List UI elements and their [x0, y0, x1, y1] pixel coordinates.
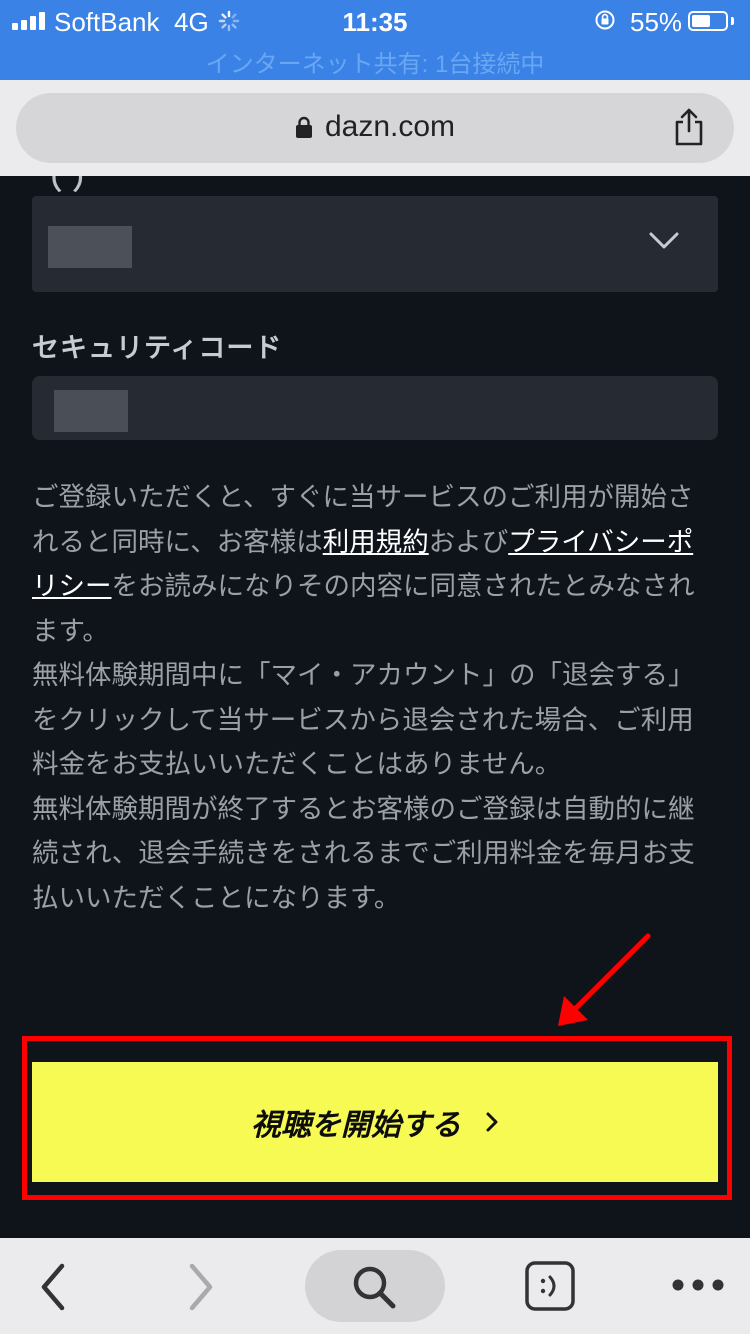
more-options-icon[interactable] — [670, 1276, 726, 1294]
battery-cap — [731, 17, 734, 25]
lock-icon — [295, 112, 313, 138]
masked-value — [54, 390, 128, 432]
battery-icon — [688, 11, 728, 31]
browser-toolbar — [0, 1238, 750, 1334]
masked-value — [48, 226, 132, 268]
status-bar: SoftBank 4G 11:35 55% インターネット共有: 1台接続中 — [0, 0, 750, 80]
page-content: （ ） セキュリティコード ご登録いただくと、すぐに当サービスのご利用が開始され… — [0, 176, 750, 1238]
search-icon — [353, 1266, 396, 1309]
forward-icon[interactable] — [184, 1262, 218, 1312]
start-watching-button[interactable]: 視聴を開始する — [32, 1062, 718, 1182]
rotation-lock-icon — [595, 10, 615, 30]
url-text: dazn.com — [324, 110, 456, 143]
chevron-right-icon — [486, 1112, 498, 1132]
legal-paragraph-1: ご登録いただくと、すぐに当サービスのご利用が開始されると同時に、お客様は利用規約… — [32, 482, 695, 647]
security-code-label: セキュリティコード — [32, 333, 283, 364]
back-icon[interactable] — [36, 1262, 70, 1312]
battery-percent: 55% — [630, 7, 683, 37]
browser-url-area: dazn.com — [0, 80, 750, 176]
legal-text: ご登録いただくと、すぐに当サービスのご利用が開始されると同時に、お客様は利用規約… — [32, 476, 718, 921]
terms-link[interactable]: 利用規約 — [323, 527, 429, 558]
reader-mode-icon[interactable] — [524, 1260, 576, 1312]
battery-fill — [692, 15, 710, 27]
security-code-input[interactable] — [32, 376, 718, 440]
search-button[interactable] — [305, 1250, 445, 1322]
cut-off-label: （ ） — [32, 176, 103, 197]
legal-paragraph-2: 無料体験期間中に「マイ・アカウント」の「退会する」をクリックして当サービスから退… — [32, 660, 695, 780]
hotspot-banner[interactable]: インターネット共有: 1台接続中 — [0, 44, 750, 79]
chevron-down-icon — [649, 232, 679, 249]
start-watching-label: 視聴を開始する — [251, 1108, 461, 1143]
share-icon[interactable] — [672, 107, 706, 147]
url-display[interactable]: dazn.com — [16, 110, 734, 144]
annotation-arrow-icon — [558, 933, 651, 1026]
address-bar[interactable]: dazn.com — [16, 93, 734, 163]
expiry-select[interactable] — [32, 196, 718, 292]
status-row: SoftBank 4G 11:35 55% — [0, 0, 750, 42]
legal-paragraph-3: 無料体験期間が終了するとお客様のご登録は自動的に継続され、退会手続きをされるまで… — [32, 793, 695, 914]
